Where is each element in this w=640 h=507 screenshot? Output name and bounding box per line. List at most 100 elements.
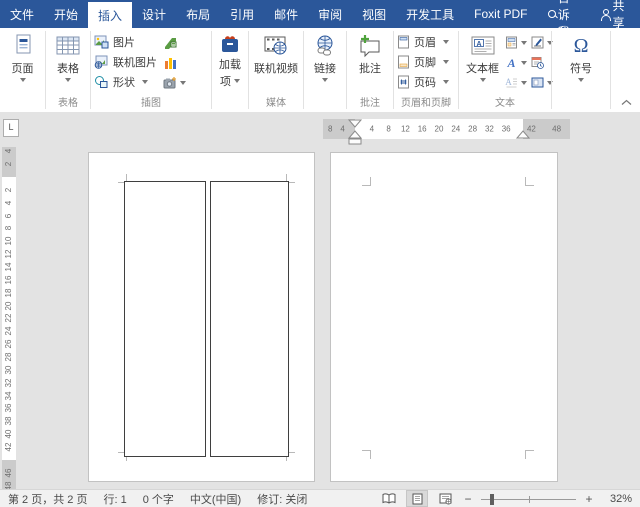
object-button[interactable] bbox=[531, 75, 553, 90]
header-icon bbox=[397, 35, 410, 49]
menu-tab-9[interactable]: 视图 bbox=[352, 0, 396, 28]
left-indent-marker[interactable] bbox=[349, 139, 361, 144]
svg-text:A: A bbox=[505, 77, 512, 87]
header-button[interactable]: 页眉 bbox=[397, 34, 449, 50]
menu-tab-6[interactable]: 引用 bbox=[220, 0, 264, 28]
page-number-icon bbox=[397, 75, 410, 89]
shapes-label: 形状 bbox=[113, 74, 135, 90]
zoom-slider-center-tick bbox=[529, 496, 530, 503]
addins-label-line2: 项 bbox=[220, 73, 231, 89]
shapes-button[interactable]: 形状 bbox=[94, 74, 157, 90]
quick-parts-button[interactable] bbox=[505, 35, 527, 50]
online-pictures-button[interactable]: 联机图片 bbox=[94, 54, 157, 70]
dropdown-arrow-icon bbox=[180, 81, 186, 85]
zoom-slider[interactable] bbox=[481, 492, 576, 506]
h-ruler-number: 8 bbox=[386, 125, 390, 134]
group-label-header-footer: 页眉和页脚 bbox=[394, 97, 458, 112]
track-changes-indicator[interactable]: 修订: 关闭 bbox=[257, 491, 307, 507]
menu-tab-11[interactable]: Foxit PDF bbox=[464, 0, 537, 28]
zoom-out-button[interactable]: − bbox=[463, 492, 473, 506]
picture-label: 图片 bbox=[113, 34, 135, 50]
share-button[interactable]: 共享 bbox=[589, 0, 640, 28]
zoom-level[interactable]: 32% bbox=[602, 493, 632, 505]
links-label: 链接 bbox=[314, 60, 336, 76]
chevron-up-icon bbox=[621, 99, 632, 106]
rectangle-shape-2[interactable] bbox=[210, 181, 289, 457]
ribbon-group-illustrations: 图片 联机图片 形状 bbox=[91, 28, 211, 112]
tell-me-button[interactable]: 告诉我 bbox=[538, 0, 589, 28]
dropdown-arrow-icon bbox=[443, 40, 449, 44]
word-count[interactable]: 0 个字 bbox=[143, 491, 174, 507]
menu-tab-8[interactable]: 审阅 bbox=[308, 0, 352, 28]
rectangle-shape-1[interactable] bbox=[124, 181, 206, 457]
h-ruler-number: 4 bbox=[340, 125, 344, 134]
collapse-ribbon-button[interactable] bbox=[621, 99, 640, 112]
group-label-links bbox=[304, 97, 346, 112]
omega-icon: Ω bbox=[568, 33, 594, 59]
v-ruler-number: 30 bbox=[4, 363, 14, 377]
table-button[interactable]: 表格 bbox=[51, 31, 85, 84]
group-label-symbols bbox=[552, 97, 610, 112]
print-layout-icon bbox=[412, 493, 423, 505]
first-line-indent-marker[interactable] bbox=[349, 120, 361, 127]
svg-text:A: A bbox=[476, 41, 481, 48]
online-video-button[interactable]: 联机视频 bbox=[250, 31, 302, 78]
v-ruler-number: 16 bbox=[4, 273, 14, 287]
page-indicator[interactable]: 第 2 页，共 2 页 bbox=[8, 491, 87, 507]
pages-button[interactable]: 页面 bbox=[6, 31, 40, 84]
picture-button[interactable]: 图片 bbox=[94, 34, 157, 50]
language-indicator[interactable]: 中文(中国) bbox=[190, 491, 241, 507]
menu-tab-4[interactable]: 设计 bbox=[132, 0, 176, 28]
menu-tab-2[interactable]: 开始 bbox=[44, 0, 88, 28]
online-video-label: 联机视频 bbox=[254, 60, 298, 76]
page-1[interactable] bbox=[88, 152, 315, 482]
comment-button[interactable]: 批注 bbox=[353, 31, 387, 78]
h-ruler[interactable]: 8448121620242832364248 bbox=[323, 119, 570, 139]
web-layout-button[interactable] bbox=[435, 491, 455, 506]
addins-button[interactable]: 加载 项 bbox=[219, 31, 241, 91]
menu-tab-5[interactable]: 布局 bbox=[176, 0, 220, 28]
menu-tab-10[interactable]: 开发工具 bbox=[396, 0, 464, 28]
page-2[interactable] bbox=[330, 152, 558, 482]
textbox-label: 文本框 bbox=[466, 60, 499, 76]
ribbon-group-symbols: Ω 符号 bbox=[552, 28, 610, 112]
zoom-slider-thumb[interactable] bbox=[490, 494, 494, 505]
ribbon-group-pages: 页面 bbox=[0, 28, 45, 112]
v-ruler-number: 18 bbox=[4, 286, 14, 300]
drop-cap-button[interactable]: A bbox=[505, 75, 527, 90]
margin-corner-mark bbox=[362, 450, 371, 459]
link-icon bbox=[312, 33, 338, 59]
word-window: 文件开始插入设计布局引用邮件审阅视图开发工具Foxit PDF 告诉我 共享 页… bbox=[0, 0, 640, 507]
group-label-pages bbox=[0, 97, 45, 112]
smartart-button[interactable] bbox=[163, 35, 186, 50]
v-ruler-number: 2 bbox=[4, 157, 14, 171]
menu-bar: 文件开始插入设计布局引用邮件审阅视图开发工具Foxit PDF 告诉我 共享 bbox=[0, 0, 640, 28]
ribbon-group-header-footer: 页眉 页脚 页码 页眉和页脚 bbox=[394, 28, 458, 112]
page-number-button[interactable]: 页码 bbox=[397, 74, 449, 90]
picture-icon bbox=[94, 35, 109, 49]
hanging-indent-marker[interactable] bbox=[349, 131, 361, 138]
tab-stop-selector[interactable]: L bbox=[3, 119, 19, 137]
chart-button[interactable] bbox=[163, 55, 186, 70]
document-area[interactable]: L 8448121620242832364248 422468101214161… bbox=[0, 112, 640, 489]
dropdown-arrow-icon bbox=[578, 78, 584, 82]
v-ruler[interactable]: 4224681012141618202224262830323436384042… bbox=[2, 147, 16, 492]
menu-tab-3[interactable]: 插入 bbox=[88, 2, 132, 28]
zoom-in-button[interactable]: + bbox=[584, 492, 594, 506]
menu-tab-1[interactable]: 文件 bbox=[0, 0, 44, 28]
screenshot-button[interactable] bbox=[163, 75, 186, 90]
date-time-button[interactable] bbox=[531, 55, 553, 70]
group-label-media: 媒体 bbox=[249, 97, 303, 112]
footer-button[interactable]: 页脚 bbox=[397, 54, 449, 70]
menu-tab-7[interactable]: 邮件 bbox=[264, 0, 308, 28]
print-layout-button[interactable] bbox=[407, 491, 427, 506]
textbox-button[interactable]: A 文本框 bbox=[462, 31, 503, 84]
v-ruler-number: 32 bbox=[4, 376, 14, 390]
symbol-button[interactable]: Ω 符号 bbox=[564, 31, 598, 84]
comment-label: 批注 bbox=[359, 60, 381, 76]
wordart-button[interactable]: A bbox=[505, 55, 527, 70]
signature-line-button[interactable] bbox=[531, 35, 553, 50]
line-indicator[interactable]: 行: 1 bbox=[103, 491, 126, 507]
links-button[interactable]: 链接 bbox=[308, 31, 342, 84]
read-mode-button[interactable] bbox=[379, 491, 399, 506]
